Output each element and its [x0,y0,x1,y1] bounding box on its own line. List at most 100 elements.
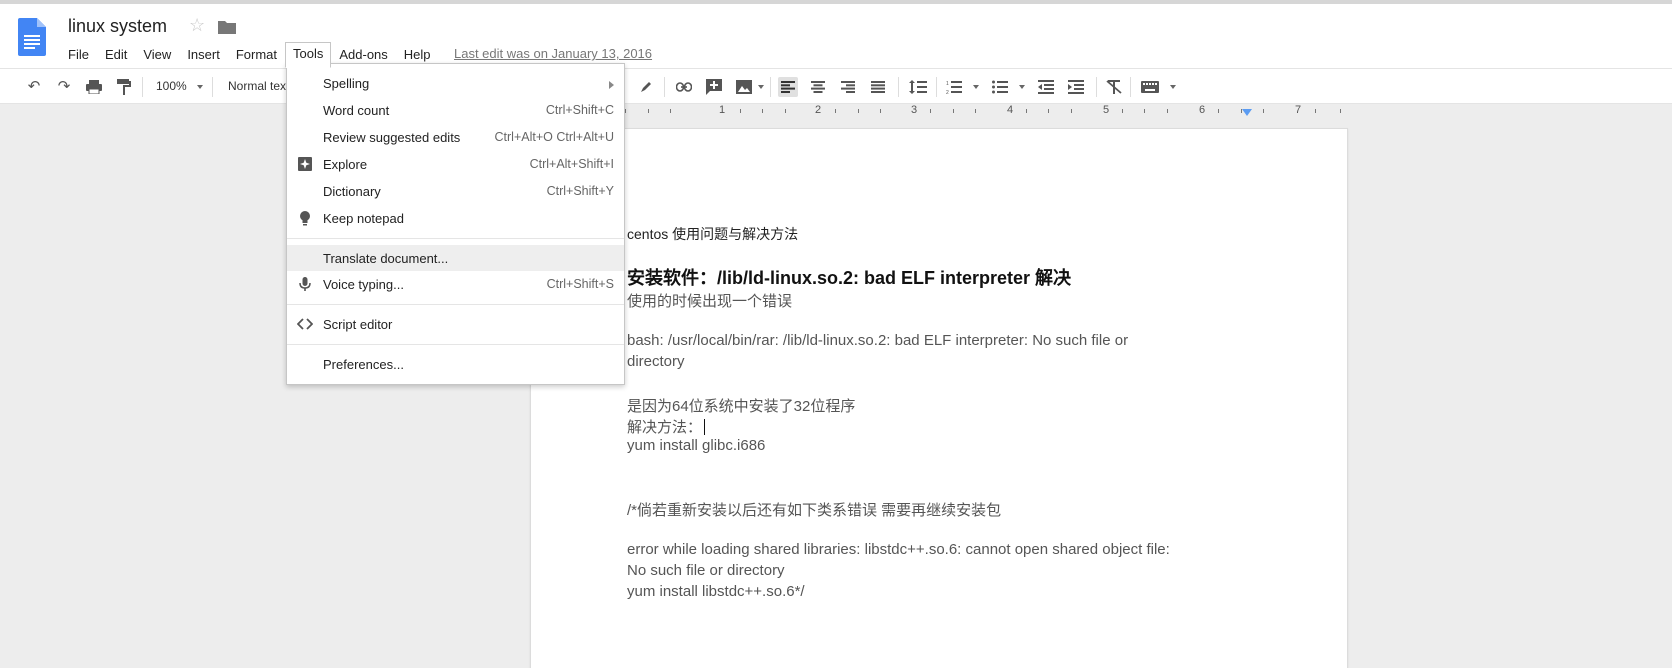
ruler-number: 6 [1199,104,1206,116]
chevron-down-icon [1170,85,1176,89]
menu-item-dictionary[interactable]: Dictionary Ctrl+Shift+Y [287,178,624,204]
chevron-down-icon [758,85,764,89]
menu-item-label: Dictionary [323,184,381,199]
document-text-line[interactable]: yum install glibc.i686 [627,437,765,454]
last-edit-link[interactable]: Last edit was on January 13, 2016 [454,46,652,61]
insert-image-icon[interactable] [734,77,754,97]
menu-item-keep-notepad[interactable]: Keep notepad [287,205,624,231]
right-indent-marker-icon[interactable] [1242,107,1252,117]
menu-insert[interactable]: Insert [179,43,228,67]
menu-separator [287,304,624,305]
decrease-indent-icon[interactable] [1036,77,1056,97]
ruler-tick [648,109,649,113]
menu-item-label: Spelling [323,76,370,91]
svg-text:1: 1 [946,81,949,87]
menu-item-translate-document[interactable]: Translate document... [287,245,624,271]
menu-view[interactable]: View [135,43,179,67]
document-text-line[interactable]: yum install libstdc++.so.6*/ [627,583,805,600]
ruler-tick [880,109,881,113]
document-heading[interactable]: 安装软件：/lib/ld-linux.so.2: bad ELF interpr… [627,264,1071,290]
chevron-down-icon [197,85,203,89]
ruler-number: 2 [815,104,822,116]
toolbar-divider [664,77,665,97]
document-page[interactable]: centos 使用问题与解决方法 安装软件：/lib/ld-linux.so.2… [530,128,1348,668]
menu-item-voice-typing[interactable]: Voice typing... Ctrl+Shift+S [287,271,624,297]
ruler-tick [1218,109,1219,113]
toolbar-divider [1096,77,1097,97]
menu-item-word-count[interactable]: Word count Ctrl+Shift+C [287,97,624,123]
menu-tools[interactable]: Tools [285,42,332,68]
menu-item-script-editor[interactable]: Script editor [287,311,624,337]
ruler-tick [835,109,836,113]
menu-item-preferences[interactable]: Preferences... [287,351,624,377]
line-spacing-icon[interactable] [908,77,928,97]
ruler-tick [1315,109,1316,113]
menu-file[interactable]: File [60,43,97,67]
align-center-icon[interactable] [808,77,828,97]
bulleted-list-icon[interactable] [990,77,1010,97]
keyboard-icon[interactable] [1140,77,1160,97]
menu-item-shortcut: Ctrl+Shift+S [546,277,614,291]
ruler-tick [1263,109,1264,113]
menu-edit[interactable]: Edit [97,43,135,67]
redo-icon[interactable]: ↷ [54,77,74,97]
document-text-line[interactable]: No such file or directory [627,562,785,579]
ruler-tick [740,109,741,113]
menu-item-shortcut: Ctrl+Alt+O Ctrl+Alt+U [494,130,614,144]
menu-item-spelling[interactable]: Spelling [287,70,624,96]
ruler-tick [762,109,763,113]
document-text-line[interactable]: 解决方法： [627,416,706,437]
document-text-line[interactable]: directory [627,353,685,370]
ruler-tick [1048,109,1049,113]
ruler-tick [1340,109,1341,113]
clear-formatting-icon[interactable] [1104,77,1124,97]
menu-item-review-suggested-edits[interactable]: Review suggested edits Ctrl+Alt+O Ctrl+A… [287,124,624,150]
toolbar-divider [142,77,143,97]
paint-format-icon[interactable] [114,77,134,97]
increase-indent-icon[interactable] [1066,77,1086,97]
menu-format[interactable]: Format [228,43,285,67]
document-title[interactable]: linux system [68,16,167,37]
style-select[interactable]: Normal tex [228,79,286,93]
ruler-tick [953,109,954,113]
horizontal-ruler[interactable]: 1 2 3 4 5 6 7 [620,104,1350,118]
ruler-tick [1144,109,1145,113]
print-icon[interactable] [84,77,104,97]
ruler-tick [930,109,931,113]
document-text-line[interactable]: bash: /usr/local/bin/rar: /lib/ld-linux.… [627,332,1128,349]
menu-item-explore[interactable]: Explore Ctrl+Alt+Shift+I [287,151,624,177]
insert-comment-icon[interactable] [704,77,724,97]
submenu-arrow-icon [609,81,614,89]
star-icon[interactable]: ☆ [189,15,205,36]
document-text-line[interactable]: 使用的时候出现一个错误 [627,290,792,311]
zoom-select[interactable]: 100% [156,79,187,93]
align-right-icon[interactable] [838,77,858,97]
explore-icon [298,157,312,171]
folder-icon[interactable] [218,20,236,34]
ruler-number: 3 [911,104,918,116]
align-justify-icon[interactable] [868,77,888,97]
numbered-list-icon[interactable]: 12 [944,77,964,97]
document-text-line[interactable]: error while loading shared libraries: li… [627,541,1170,558]
menu-separator [287,344,624,345]
document-text-line[interactable]: 是因为64位系统中安装了32位程序 [627,395,855,416]
menu-item-shortcut: Ctrl+Shift+C [545,103,614,117]
undo-icon[interactable]: ↶ [24,77,44,97]
menu-item-label: Keep notepad [323,211,404,226]
google-docs-logo-icon[interactable] [18,18,46,56]
ruler-tick [785,109,786,113]
ruler-tick [1026,109,1027,113]
highlight-pen-icon[interactable] [636,77,656,97]
document-text-line[interactable]: /*倘若重新安装以后还有如下类系错误 需要再继续安装包 [627,499,1001,520]
align-left-icon[interactable] [778,77,798,97]
ruler-tick [975,109,976,113]
ruler-tick [1071,109,1072,113]
chevron-down-icon [973,85,979,89]
document-text-line[interactable]: centos 使用问题与解决方法 [627,224,798,244]
code-icon [297,318,313,330]
ruler-number: 7 [1295,104,1302,116]
svg-text:2: 2 [946,90,949,94]
toolbar-divider [212,77,213,97]
link-icon[interactable] [674,77,694,97]
ruler-number: 1 [719,104,726,116]
